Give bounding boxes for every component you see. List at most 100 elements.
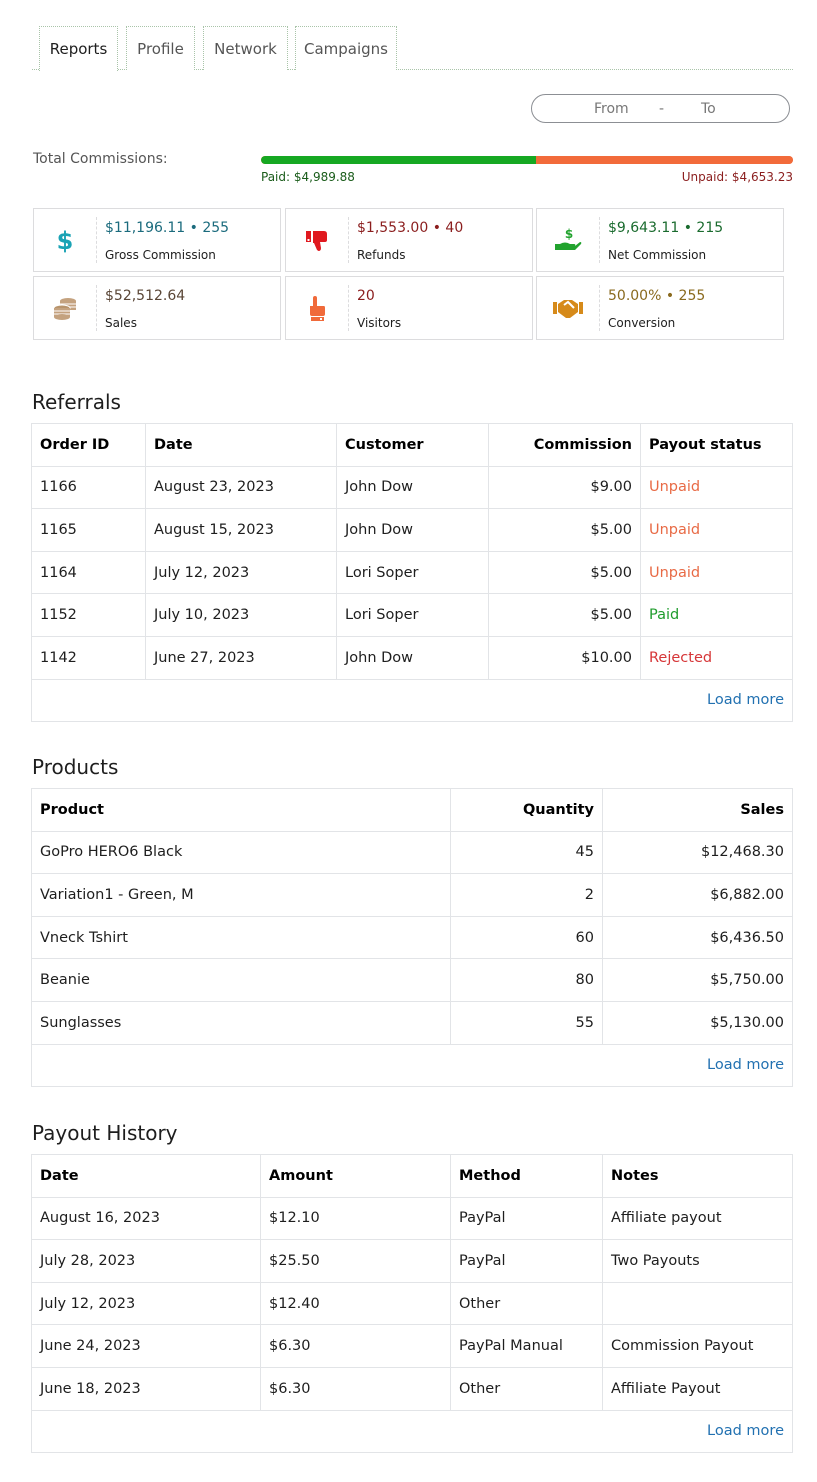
stat-card-net-commission: $ $9,643.11 • 215 Net Commission [536,208,784,272]
payout-date: August 16, 2023 [31,1196,261,1241]
stat-label: Sales [105,316,137,330]
table-row: Beanie 80 $5,750.00 [31,958,793,1002]
date: August 23, 2023 [145,465,337,510]
order-id: 1166 [31,465,146,510]
stat-value: $1,553.00 • 40 [357,220,464,236]
payouts-load-more-link[interactable]: Load more [707,1423,784,1439]
customer: John Dow [336,465,489,510]
products-load-more-link[interactable]: Load more [707,1057,784,1073]
quantity: 55 [450,1000,603,1045]
customer: Lori Soper [336,550,489,595]
date: July 12, 2023 [145,550,337,595]
payout-date: June 18, 2023 [31,1366,261,1411]
date-range-separator: - [659,101,665,117]
unpaid-amount: Unpaid: $4,653.23 [681,170,793,184]
table-row: 1165 August 15, 2023 John Dow $5.00 Unpa… [31,508,793,552]
payout-method: PayPal [450,1196,603,1241]
payout-date: June 24, 2023 [31,1324,261,1368]
column-header-payout-status: Payout status [640,423,793,467]
quantity: 45 [450,830,603,875]
load-more-row: Load more [31,1409,793,1454]
dollar-icon: $ [34,209,96,271]
total-commissions-label: Total Commissions: [33,151,168,167]
card-divider [96,285,97,331]
customer: Lori Soper [336,593,489,637]
quantity: 60 [450,915,603,960]
table-row: August 16, 2023 $12.10 PayPal Affiliate … [31,1196,793,1241]
date-range-picker[interactable]: From - To [531,94,790,123]
payout-method: PayPal Manual [450,1324,603,1368]
stat-card-visitors: 20 Visitors [285,276,533,340]
date: August 15, 2023 [145,508,337,552]
referrals-table: Order ID Date Customer Commission Payout… [31,423,793,723]
date: June 27, 2023 [145,635,337,680]
customer: John Dow [336,635,489,680]
card-divider [599,217,600,263]
payout-date: July 28, 2023 [31,1239,261,1283]
sales: $6,436.50 [602,915,793,960]
payout-notes: Two Payouts [602,1239,793,1283]
table-row: Vneck Tshirt 60 $6,436.50 [31,915,793,960]
table-header-row: Date Amount Method Notes [31,1154,793,1198]
commission: $10.00 [488,635,641,680]
referrals-load-more-link[interactable]: Load more [707,692,784,708]
paid-amount: Paid: $4,989.88 [261,170,355,184]
payout-method: Other [450,1281,603,1326]
unpaid-segment [531,156,793,164]
tab-campaigns[interactable]: Campaigns [295,26,397,70]
column-header-date: Date [145,423,337,467]
table-row: GoPro HERO6 Black 45 $12,468.30 [31,830,793,875]
column-header-notes: Notes [602,1154,793,1198]
customer: John Dow [336,508,489,552]
product-name: Variation1 - Green, M [31,873,451,917]
thumbs-down-icon [286,209,348,271]
stat-label: Refunds [357,248,406,262]
table-row: Sunglasses 55 $5,130.00 [31,1000,793,1045]
stat-card-conversion: 50.00% • 255 Conversion [536,276,784,340]
tab-network[interactable]: Network [203,26,288,70]
stat-value: 20 [357,288,375,304]
stat-label: Visitors [357,316,402,330]
card-divider [599,285,600,331]
stat-card-refunds: $1,553.00 • 40 Refunds [285,208,533,272]
date-from-input[interactable]: From [594,101,629,117]
table-row: June 18, 2023 $6.30 Other Affiliate Payo… [31,1366,793,1411]
tab-profile[interactable]: Profile [126,26,195,70]
table-row: 1142 June 27, 2023 John Dow $10.00 Rejec… [31,635,793,680]
column-header-sales: Sales [602,788,793,832]
referrals-heading: Referrals [32,390,121,414]
quantity: 2 [450,873,603,917]
order-id: 1142 [31,635,146,680]
commissions-progress-bar [261,156,793,164]
payout-amount: $6.30 [260,1324,451,1368]
commission: $5.00 [488,593,641,637]
payout-status: Unpaid [640,465,793,510]
commission: $9.00 [488,465,641,510]
card-divider [348,285,349,331]
date-to-input[interactable]: To [701,101,716,117]
product-name: GoPro HERO6 Black [31,830,451,875]
order-id: 1164 [31,550,146,595]
stat-value: $11,196.11 • 255 [105,220,230,236]
card-divider [348,217,349,263]
product-name: Vneck Tshirt [31,915,451,960]
tab-bar: Reports Profile Network Campaigns [32,26,793,71]
stat-label: Conversion [608,316,676,330]
handshake-icon [537,277,599,339]
products-heading: Products [32,755,119,779]
tab-reports[interactable]: Reports [39,26,118,71]
payout-amount: $12.10 [260,1196,451,1241]
column-header-amount: Amount [260,1154,451,1198]
paid-segment [261,156,537,164]
order-id: 1165 [31,508,146,552]
column-header-date: Date [31,1154,261,1198]
payout-history-table: Date Amount Method Notes August 16, 2023… [31,1154,793,1454]
table-row: Variation1 - Green, M 2 $6,882.00 [31,873,793,917]
column-header-order-id: Order ID [31,423,146,467]
column-header-quantity: Quantity [450,788,603,832]
product-name: Sunglasses [31,1000,451,1045]
stat-label: Gross Commission [105,248,216,262]
commission: $5.00 [488,508,641,552]
table-row: 1166 August 23, 2023 John Dow $9.00 Unpa… [31,465,793,510]
payout-notes: Affiliate Payout [602,1366,793,1411]
